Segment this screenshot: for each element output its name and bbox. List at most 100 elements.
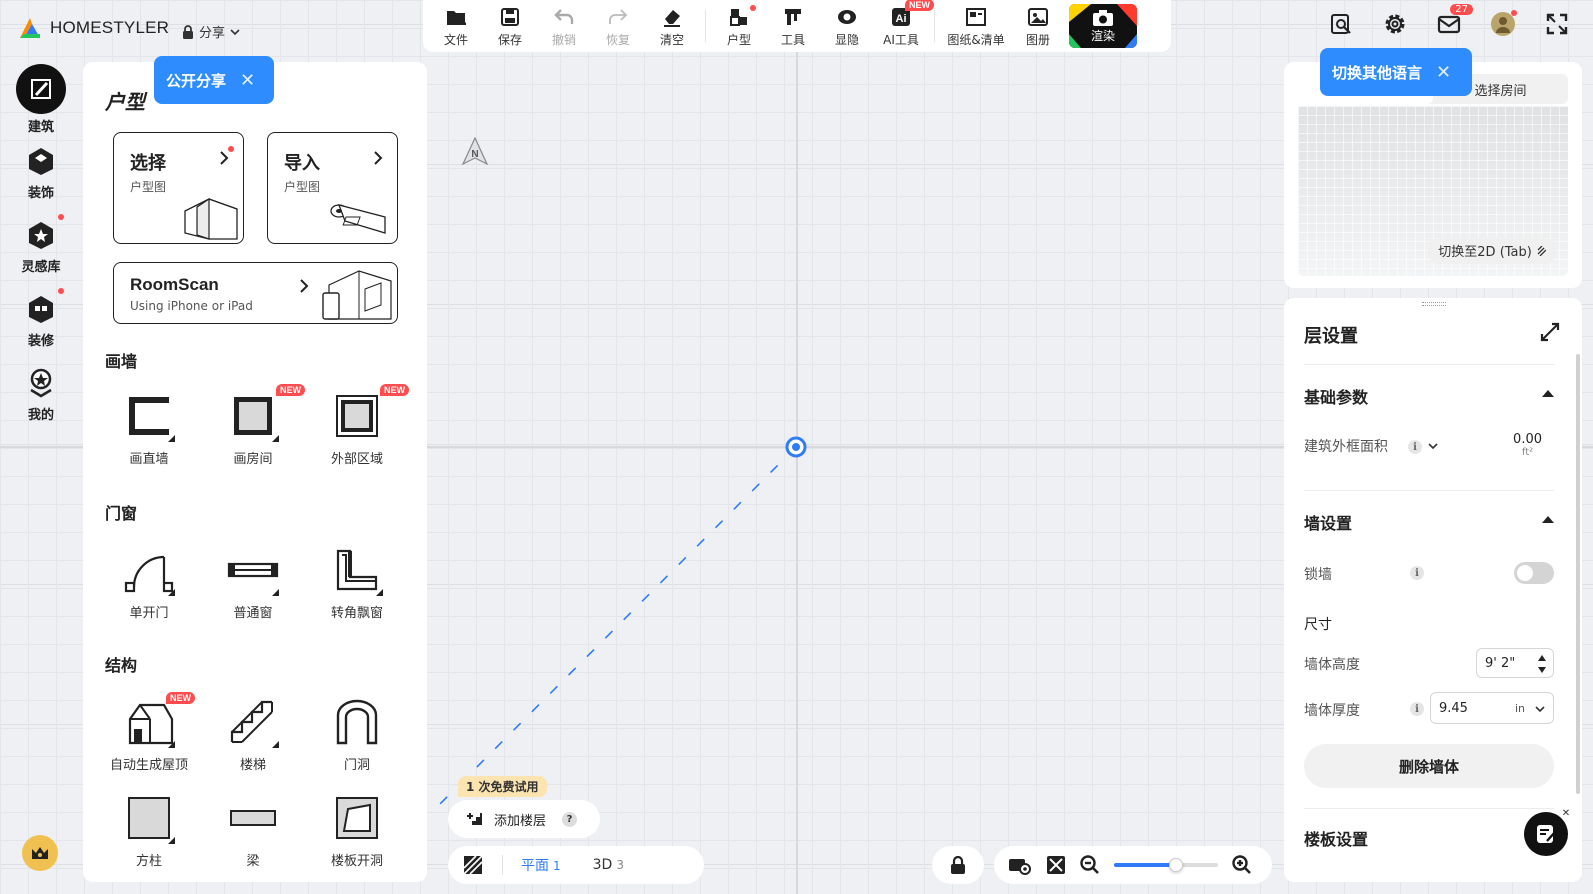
notification-dot <box>58 288 64 294</box>
scrollbar[interactable] <box>1576 354 1580 794</box>
building-pencil-icon <box>16 63 66 114</box>
select-floorplan-card[interactable]: 选择 户型图 <box>113 132 244 244</box>
vip-crown-icon[interactable] <box>22 835 58 871</box>
tools-menu[interactable]: 工具 <box>766 0 820 52</box>
wall-thickness-input[interactable]: 9.45 in <box>1430 692 1554 724</box>
lock-button[interactable] <box>932 846 984 884</box>
brand[interactable]: HOMESTYLER <box>18 16 169 40</box>
tool-outer-area[interactable]: NEW 外部区域 <box>307 384 409 467</box>
tool-beam[interactable]: 梁 <box>203 790 303 869</box>
fit-view-icon[interactable] <box>1046 855 1066 875</box>
share-dropdown[interactable]: 分享 <box>182 22 240 41</box>
north-compass-icon[interactable]: N <box>461 136 489 166</box>
rail-item-decor[interactable]: 装饰 <box>0 136 82 210</box>
tool-label: 楼梯 <box>239 758 266 773</box>
zoom-in-icon[interactable] <box>1232 855 1252 875</box>
rail-item-building[interactable]: 建筑 <box>0 62 82 136</box>
tab-3d-view[interactable]: 3D 3 <box>593 857 638 873</box>
expand-icon[interactable] <box>1540 322 1560 342</box>
info-icon[interactable]: i <box>1410 702 1424 716</box>
tab-plan-view[interactable]: 平面 1 <box>521 855 575 875</box>
user-avatar[interactable] <box>1489 10 1517 38</box>
chevron-down-icon[interactable] <box>1428 442 1438 450</box>
floor-opening-icon <box>329 790 385 846</box>
add-floor-button[interactable]: 添加楼层 ? <box>448 800 600 838</box>
section-wall-settings[interactable]: 墙设置 <box>1304 510 1352 534</box>
tool-draw-room[interactable]: NEW 画房间 <box>203 384 305 467</box>
main-toolbar: 文件 保存 撤销 恢复 清空 户型 工具 显隐 Ai NEW AI工具 图纸&清… <box>423 0 1171 52</box>
rail-item-inspiration[interactable]: 灵感库 <box>0 210 82 284</box>
switch-2d-button[interactable]: 切换至2D (Tab) <box>1428 237 1556 264</box>
zoom-out-icon[interactable] <box>1080 855 1100 875</box>
info-icon[interactable]: i <box>1410 566 1424 580</box>
drag-handle[interactable] <box>1422 302 1446 306</box>
mail-icon[interactable]: 27 <box>1435 4 1473 38</box>
roomscan-card[interactable]: RoomScan Using iPhone or iPad <box>113 262 398 324</box>
collapse-caret-icon[interactable] <box>1542 390 1554 397</box>
file-button[interactable]: 文件 <box>429 0 483 52</box>
import-floorplan-card[interactable]: 导入 户型图 <box>267 132 398 244</box>
submenu-indicator <box>272 589 279 596</box>
tool-single-door[interactable]: 单开门 <box>99 542 199 621</box>
drawings-menu[interactable]: 图纸&清单 <box>941 0 1011 52</box>
close-icon[interactable]: ✕ <box>1436 62 1451 83</box>
save-button[interactable]: 保存 <box>483 0 537 52</box>
zoom-slider[interactable] <box>1114 858 1218 872</box>
switch-language-tooltip[interactable]: 切换其他语言 ✕ <box>1320 48 1472 96</box>
album-label: 图册 <box>1025 33 1050 47</box>
clear-button[interactable]: 清空 <box>645 0 699 52</box>
hatch-pattern-icon[interactable] <box>462 854 484 876</box>
feedback-button[interactable]: ✕ <box>1524 808 1572 856</box>
undo-button[interactable]: 撤销 <box>537 0 591 52</box>
floorplan-icon <box>730 9 747 26</box>
public-share-tooltip[interactable]: 公开分享 ✕ <box>154 56 274 104</box>
tool-stairs[interactable]: 楼梯 <box>203 694 303 773</box>
visibility-menu[interactable]: 显隐 <box>820 0 874 52</box>
gear-icon[interactable] <box>1381 10 1409 38</box>
chevron-down-icon <box>230 28 240 35</box>
rail-item-mine[interactable]: 我的 <box>0 358 82 432</box>
render-button[interactable]: 渲染 <box>1069 4 1137 48</box>
rail-label: 建筑 <box>27 119 54 135</box>
divider <box>1304 808 1554 809</box>
tool-label: 梁 <box>246 854 260 869</box>
tool-floor-opening[interactable]: 楼板开洞 <box>307 790 407 869</box>
floorplan-menu[interactable]: 户型 <box>712 0 766 52</box>
wall-height-input[interactable]: 9' 2" <box>1476 648 1554 678</box>
tool-square-column[interactable]: 方柱 <box>99 790 199 869</box>
info-icon[interactable]: i <box>1408 440 1422 454</box>
close-icon[interactable]: ✕ <box>240 70 255 91</box>
section-floor-settings[interactable]: 楼板设置 <box>1304 826 1368 850</box>
tool-doorway[interactable]: 门洞 <box>307 694 407 773</box>
panel-title: 户型 <box>105 90 145 114</box>
tool-straight-wall[interactable]: 画直墙 <box>99 388 199 467</box>
redo-button[interactable]: 恢复 <box>591 0 645 52</box>
stepper-icon[interactable] <box>1537 653 1547 675</box>
ai-tools-menu[interactable]: Ai NEW AI工具 <box>874 0 934 52</box>
search-icon[interactable] <box>1327 10 1355 38</box>
3d-preview-viewport[interactable]: 切换至2D (Tab) <box>1298 106 1568 276</box>
lock-wall-toggle[interactable] <box>1514 562 1554 584</box>
submenu-indicator <box>168 435 175 442</box>
camera-view-icon[interactable] <box>1008 855 1032 875</box>
chevron-down-icon[interactable] <box>1535 705 1545 713</box>
floorplan-panel: 户型 选择 户型图 导入 户型图 RoomScan Using iPhone o… <box>83 62 427 882</box>
delete-wall-button[interactable]: 删除墙体 <box>1304 744 1554 788</box>
save-label: 保存 <box>497 33 522 47</box>
close-icon[interactable]: ✕ <box>1560 808 1572 820</box>
tool-auto-roof[interactable]: NEW 自动生成屋顶 <box>99 692 199 773</box>
help-icon[interactable]: ? <box>562 811 578 827</box>
notification-dot <box>58 214 64 220</box>
fullscreen-icon[interactable] <box>1543 10 1571 38</box>
collapse-caret-icon[interactable] <box>1542 516 1554 523</box>
section-basic-params[interactable]: 基础参数 <box>1304 384 1368 408</box>
outer-area-icon <box>329 388 385 444</box>
rail-item-renovation[interactable]: 装修 <box>0 284 82 358</box>
zoom-slider-knob[interactable] <box>1169 858 1184 872</box>
origin-point-icon[interactable] <box>785 436 807 458</box>
tool-window[interactable]: 普通窗 <box>203 542 303 621</box>
tool-corner-bay-window[interactable]: 转角飘窗 <box>307 542 407 621</box>
album-menu[interactable]: 图册 <box>1011 0 1065 52</box>
tool-label: 画房间 <box>233 452 273 467</box>
rail-label: 我的 <box>27 407 54 423</box>
